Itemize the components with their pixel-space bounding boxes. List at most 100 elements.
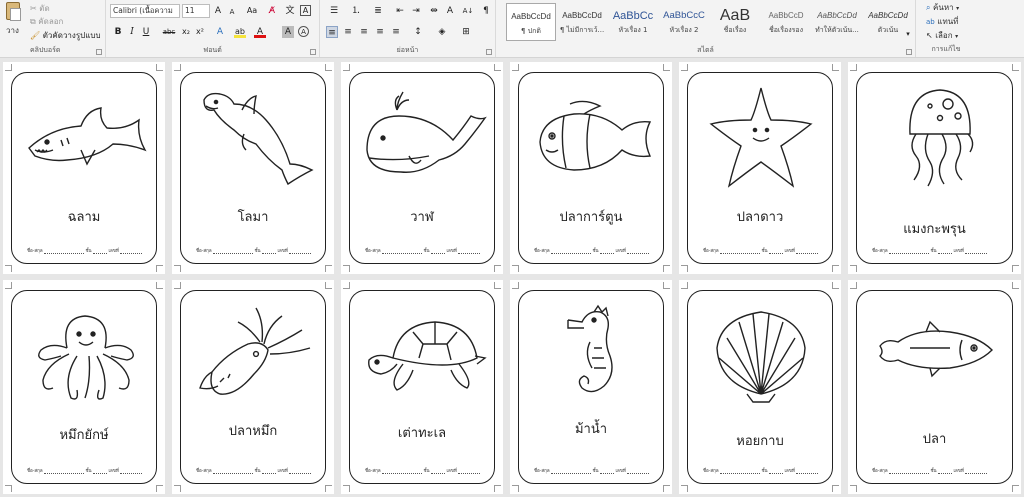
card-jellyfish: แมงกะพรุน ชื่อ-สกุล ชั้น เลขที่ bbox=[848, 62, 1021, 274]
card-shark: ฉลาม ชื่อ-สกุล ชั้น เลขที่ bbox=[3, 62, 165, 274]
crop-mark bbox=[681, 282, 688, 289]
style-normal[interactable]: AaBbCcDd ¶ ปกติ bbox=[506, 3, 556, 41]
multilevel-list-icon[interactable]: ≣ bbox=[370, 5, 386, 17]
crop-mark bbox=[174, 265, 181, 272]
replace-button[interactable]: ab แทนที่ bbox=[926, 15, 958, 28]
crop-mark bbox=[850, 282, 857, 289]
bullets-icon[interactable]: ☰ bbox=[326, 5, 342, 17]
line-spacing-icon[interactable]: ↕ bbox=[412, 26, 424, 38]
underline-button[interactable]: U bbox=[140, 26, 152, 38]
bold-button[interactable]: B bbox=[112, 26, 124, 38]
align-left-icon[interactable]: ≡ bbox=[326, 26, 338, 38]
student-info-line: ชื่อ-สกุล ชั้น เลขที่ bbox=[872, 247, 1007, 254]
crop-mark bbox=[663, 282, 670, 289]
crop-mark bbox=[494, 265, 501, 272]
crop-mark bbox=[5, 265, 12, 272]
sort-icon[interactable]: A↓ bbox=[462, 5, 474, 17]
clear-formatting-icon[interactable]: A̸ bbox=[266, 5, 278, 17]
align-center-icon[interactable]: ≡ bbox=[342, 26, 354, 38]
chevron-down-icon: ▾ bbox=[955, 33, 959, 40]
character-shading-button[interactable]: A bbox=[282, 26, 294, 38]
strikethrough-button[interactable]: abc bbox=[160, 26, 178, 38]
show-formatting-button[interactable]: ¶ bbox=[480, 5, 492, 17]
student-info-line: ชื่อ-สกุล ชั้น เลขที่ bbox=[365, 467, 489, 474]
copy-button-label: คัดลอก bbox=[38, 17, 64, 26]
increase-indent-icon[interactable]: ⇥ bbox=[410, 5, 422, 17]
align-right-icon[interactable]: ≡ bbox=[358, 26, 370, 38]
copy-button[interactable]: ⧉ คัดลอก bbox=[30, 15, 63, 28]
whale-icon bbox=[366, 91, 487, 173]
animal-name: ปลาดาว bbox=[736, 210, 784, 225]
paste-button-label[interactable]: วาง bbox=[6, 24, 19, 37]
starfish-icon bbox=[709, 87, 813, 188]
turtle-icon bbox=[368, 321, 487, 391]
animal-name: หอยกาบ bbox=[736, 434, 784, 449]
phonetic-guide-icon[interactable]: 文 bbox=[284, 5, 296, 17]
style-name: ¶ ปกติ bbox=[521, 27, 541, 35]
card-starfish: ปลาดาว ชื่อ-สกุล ชั้น เลขที่ bbox=[679, 62, 841, 274]
student-info-line: ชื่อ-สกุล ชั้น เลขที่ bbox=[365, 247, 489, 254]
justify-icon[interactable]: ≡ bbox=[374, 26, 386, 38]
crop-mark bbox=[663, 64, 670, 71]
squid-icon bbox=[199, 307, 311, 395]
styles-more-icon[interactable]: ▾ bbox=[902, 28, 914, 40]
style-heading-2[interactable]: AaBbCcC หัวเรื่อง 2 bbox=[659, 3, 709, 41]
crop-mark bbox=[494, 282, 501, 289]
find-button-label: ค้นหา bbox=[933, 3, 954, 12]
cut-button[interactable]: ✂ ตัด bbox=[30, 2, 50, 15]
styles-dialog-launcher[interactable] bbox=[906, 49, 912, 55]
italic-button[interactable]: I bbox=[126, 26, 138, 38]
octopus-icon bbox=[38, 315, 134, 400]
style-heading-1[interactable]: AaBbCc หัวเรื่อง 1 bbox=[608, 3, 658, 41]
font-name-select[interactable]: Calibri (เนื้อความ bbox=[110, 4, 180, 18]
borders-icon[interactable]: ⊞ bbox=[460, 26, 472, 38]
crop-mark bbox=[681, 64, 688, 71]
style-sample: AaBbCc bbox=[612, 10, 654, 22]
crop-mark bbox=[325, 485, 332, 492]
clipboard-dialog-launcher[interactable] bbox=[96, 49, 102, 55]
style-subtitle[interactable]: AaBbCcD ชื่อเรื่องรอง bbox=[761, 3, 811, 41]
crop-mark bbox=[156, 64, 163, 71]
seahorse-icon bbox=[567, 304, 613, 393]
document-pages: ฉลาม ชื่อ-สกุล ชั้น เลขที่ โลมา ชื่อ-สกุ… bbox=[0, 58, 1024, 497]
card-scallop: หอยกาบ ชื่อ-สกุล ชั้น เลขที่ bbox=[679, 280, 841, 494]
paste-icon[interactable] bbox=[6, 2, 21, 21]
font-size-value: 11 bbox=[185, 6, 195, 15]
highlight-button[interactable]: ab bbox=[234, 26, 246, 38]
grow-font-button[interactable]: A bbox=[212, 5, 224, 17]
dolphin-icon bbox=[203, 92, 314, 186]
decrease-indent-icon[interactable]: ⇤ bbox=[394, 5, 406, 17]
student-info-line: ชื่อ-สกุล ชั้น เลขที่ bbox=[703, 247, 827, 254]
font-size-select[interactable]: 11 bbox=[182, 4, 210, 18]
thai-distributed-icon[interactable]: ≡ bbox=[390, 26, 402, 38]
find-button[interactable]: ⌕ ค้นหา ▾ bbox=[926, 1, 959, 14]
font-color-button[interactable]: A bbox=[254, 26, 266, 38]
asian-layout-icon[interactable]: A bbox=[444, 5, 456, 17]
numbering-icon[interactable]: ⒈ bbox=[348, 5, 364, 17]
replace-icon: ab bbox=[926, 18, 935, 26]
character-border-icon[interactable]: A bbox=[300, 5, 311, 16]
shading-icon[interactable]: ◈ bbox=[436, 26, 448, 38]
format-painter-button[interactable]: 🖌 ตัวคัดวางรูปแบบ bbox=[30, 29, 101, 42]
editing-group-label: การแก้ไข bbox=[931, 45, 961, 53]
style-subtle-emphasis[interactable]: AaBbCcDd ทำให้ตัวเน้น... bbox=[812, 3, 862, 41]
crop-mark bbox=[512, 265, 519, 272]
style-no-spacing[interactable]: AaBbCcDd ¶ ไม่มีการเว้... bbox=[557, 3, 607, 41]
change-case-button[interactable]: Aa bbox=[244, 5, 260, 17]
text-effects-button[interactable]: A bbox=[214, 26, 226, 38]
crop-mark bbox=[174, 64, 181, 71]
paragraph-dialog-launcher[interactable] bbox=[486, 49, 492, 55]
subscript-button[interactable]: x₂ bbox=[180, 26, 192, 38]
crop-mark bbox=[663, 485, 670, 492]
style-title[interactable]: AaB ชื่อเรื่อง bbox=[710, 3, 760, 41]
student-info-line: ชื่อ-สกุล ชั้น เลขที่ bbox=[27, 247, 151, 254]
student-info-line: ชื่อ-สกุล ชั้น เลขที่ bbox=[196, 247, 320, 254]
font-dialog-launcher[interactable] bbox=[310, 49, 316, 55]
enclose-characters-icon[interactable]: A bbox=[298, 26, 309, 37]
shrink-font-button[interactable]: A bbox=[226, 6, 238, 18]
superscript-button[interactable]: x² bbox=[194, 26, 206, 38]
select-button[interactable]: ↖ เลือก ▾ bbox=[926, 29, 958, 42]
format-painter-label: ตัวคัดวางรูปแบบ bbox=[42, 31, 101, 40]
font-name-value: Calibri (เนื้อความ bbox=[113, 6, 173, 15]
distributed-icon[interactable]: ⇹ bbox=[428, 5, 440, 17]
